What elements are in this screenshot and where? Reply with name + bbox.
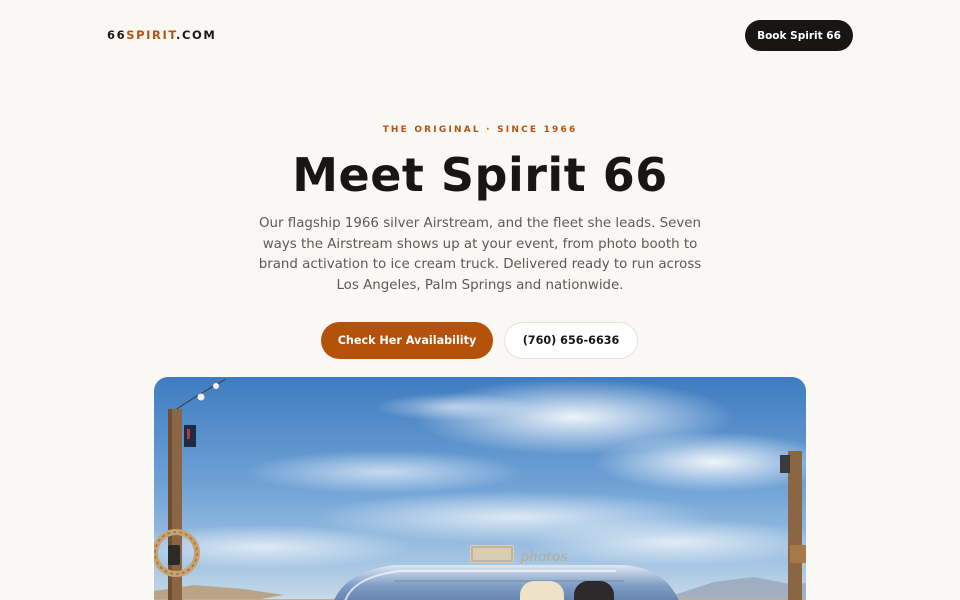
hero-image: photos bbox=[154, 377, 806, 600]
logo-prefix: 66 bbox=[107, 28, 127, 42]
hero-description: Our flagship 1966 silver Airstream, and … bbox=[258, 216, 702, 293]
book-spirit-button[interactable]: Book Spirit 66 bbox=[745, 20, 853, 51]
site-logo[interactable]: 66SPIRIT.COM bbox=[107, 28, 216, 42]
phone-button[interactable]: (760) 656-6636 bbox=[504, 322, 638, 359]
airstream-photo: photos bbox=[154, 377, 806, 600]
hero-eyebrow: THE ORIGINAL · SINCE 1966 bbox=[382, 125, 578, 135]
logo-accent: SPIRIT bbox=[126, 28, 177, 42]
trailer-sign-text: photos bbox=[520, 549, 568, 565]
check-availability-button[interactable]: Check Her Availability bbox=[321, 322, 493, 359]
page-title: Meet Spirit 66 bbox=[292, 148, 668, 202]
site-header: 66SPIRIT.COM Book Spirit 66 bbox=[0, 0, 960, 70]
logo-suffix: .COM bbox=[176, 28, 217, 42]
